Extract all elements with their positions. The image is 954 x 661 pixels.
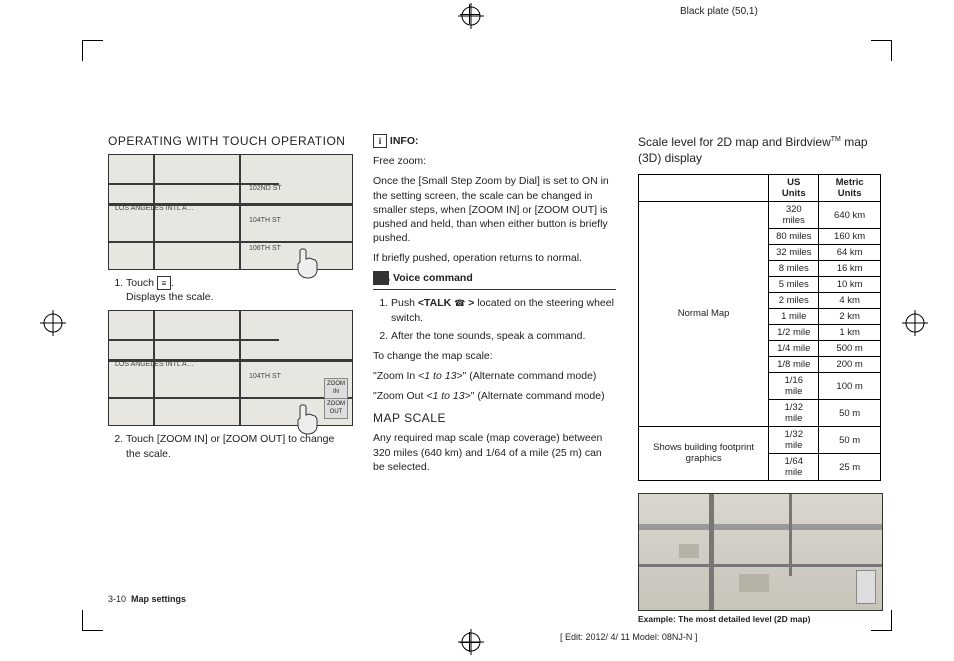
free-zoom-label: Free zoom:: [373, 154, 616, 168]
scale-table: US Units Metric Units Normal Map 320 mil…: [638, 174, 881, 481]
column-3: Scale level for 2D map and BirdviewTM ma…: [638, 134, 881, 624]
change-scale-label: To change the map scale:: [373, 349, 616, 363]
step-2: Touch [ZOOM IN] or [ZOOM OUT] to change …: [126, 432, 351, 460]
black-plate: Black plate (50,1): [680, 6, 758, 17]
free-zoom-body: Once the [Small Step Zoom by Dial] is se…: [373, 174, 616, 245]
zoom-out-button: ZOOM OUT: [324, 398, 348, 419]
divider: [373, 289, 616, 290]
step-1-caption: Displays the scale.: [126, 290, 351, 304]
touch-finger-icon: [292, 247, 322, 279]
crop-mark: [82, 40, 103, 61]
voice-command-icon: [373, 271, 389, 285]
crop-mark: [871, 40, 892, 61]
heading-map-scale: MAP SCALE: [373, 411, 616, 425]
touch-finger-icon: [292, 403, 322, 435]
map-screenshot-detailed: [638, 493, 883, 611]
road-label: LOS ANGELES INTL A…: [115, 205, 194, 212]
column-2: i INFO: Free zoom: Once the [Small Step …: [373, 134, 616, 624]
step-1: Touch ≡. Displays the scale.: [126, 276, 351, 304]
column-1: OPERATING WITH TOUCH OPERATION LOS ANGEL…: [108, 134, 351, 624]
zoom-out-cmd: "Zoom Out <1 to 13>" (Alternate command …: [373, 389, 616, 403]
heading-scale-table: Scale level for 2D map and BirdviewTM ma…: [638, 134, 881, 166]
map-zoom-control-icon: [856, 570, 876, 604]
crop-mark: [82, 610, 103, 631]
edit-stamp: [ Edit: 2012/ 4/ 11 Model: 08NJ-N ]: [560, 632, 697, 642]
side-registration-mark: [40, 310, 66, 339]
road-label: 104TH ST: [249, 217, 281, 224]
road-label: 102ND ST: [249, 185, 282, 192]
row-label-footprint: Shows building footprint graphics: [639, 427, 769, 481]
talk-glyph-icon: ☎: [454, 297, 465, 309]
th-metric-units: Metric Units: [819, 175, 881, 202]
map-screenshot-1: LOS ANGELES INTL A… 102ND ST 104TH ST 10…: [108, 154, 353, 270]
map-scale-body: Any required map scale (map coverage) be…: [373, 431, 616, 474]
zoom-in-cmd: "Zoom In <1 to 13>" (Alternate command m…: [373, 369, 616, 383]
road-label: 104TH ST: [249, 373, 281, 380]
bottom-registration-mark: [458, 629, 484, 658]
th-us-units: US Units: [769, 175, 819, 202]
map-screenshot-2: LOS ANGELES INTL A… 104TH ST ZOOM IN ZOO…: [108, 310, 353, 426]
heading-touch-operation: OPERATING WITH TOUCH OPERATION: [108, 134, 351, 148]
free-zoom-body-2: If briefly pushed, operation returns to …: [373, 251, 616, 265]
zoom-in-button: ZOOM IN: [324, 378, 348, 399]
page-footer: 3-10 Map settings: [108, 594, 186, 604]
vc-step-1: Push <TALK ☎ > located on the steering w…: [391, 296, 616, 324]
road-label: LOS ANGELES INTL A…: [115, 361, 194, 368]
voice-command-heading: Voice command: [373, 271, 616, 285]
road-label: 106TH ST: [249, 245, 281, 252]
row-label-normal: Normal Map: [639, 202, 769, 427]
info-icon: i: [373, 134, 387, 148]
info-heading: i INFO:: [373, 134, 616, 148]
vc-step-2: After the tone sounds, speak a command.: [391, 329, 616, 343]
example-caption: Example: The most detailed level (2D map…: [638, 614, 881, 624]
scale-icon: ≡: [157, 276, 171, 290]
top-registration-mark: [458, 3, 484, 32]
side-registration-mark: [902, 310, 928, 339]
